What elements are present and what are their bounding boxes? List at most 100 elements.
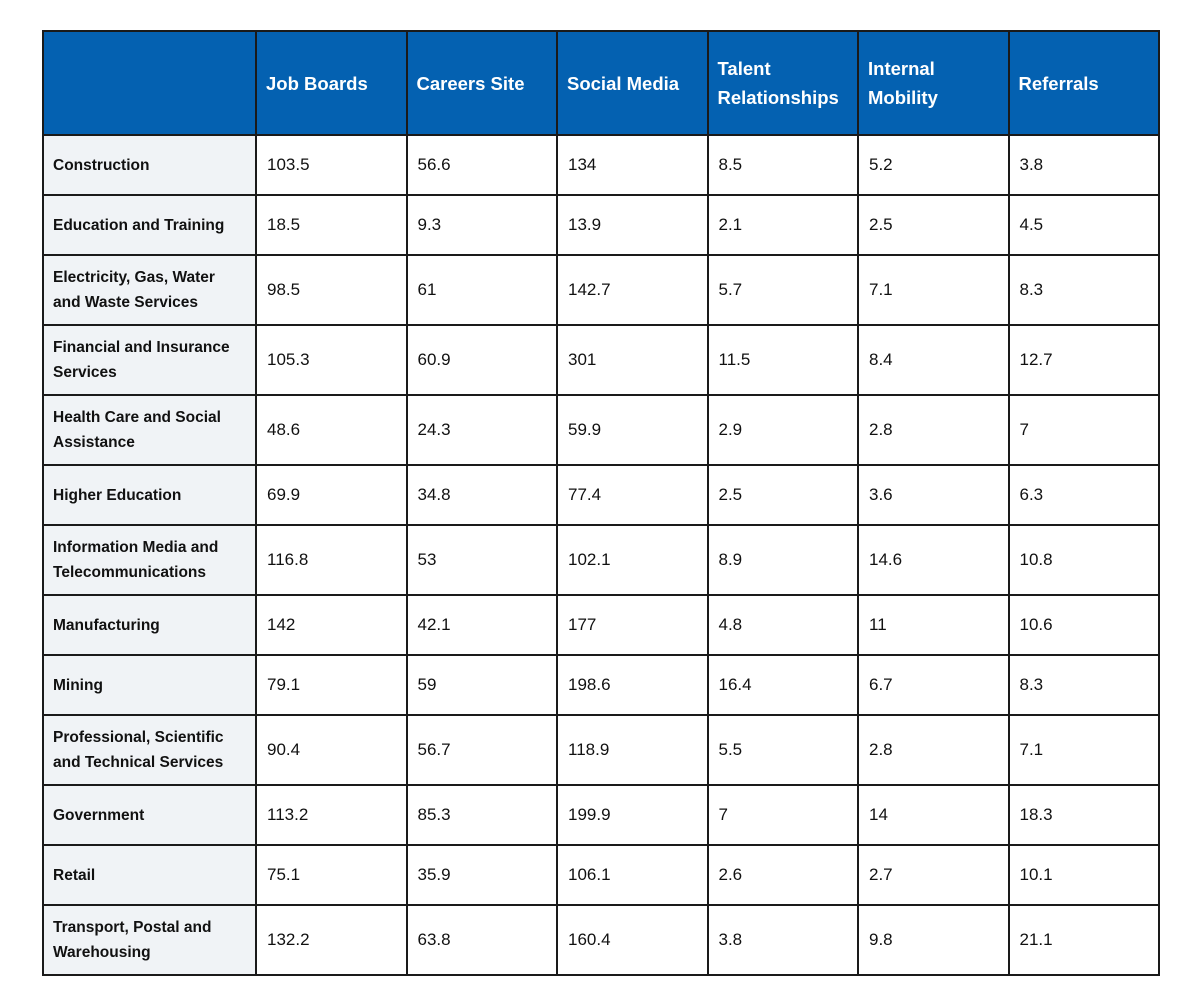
table-cell: 199.9 bbox=[556, 784, 709, 846]
data-table: Job Boards Careers Site Social Media Talent… bbox=[42, 30, 1160, 976]
table-cell: 18.5 bbox=[255, 194, 408, 256]
table-cell: 16.4 bbox=[706, 654, 859, 716]
table-cell: 116.8 bbox=[255, 524, 408, 596]
table-cell: 14.6 bbox=[857, 524, 1010, 596]
table-row: Construction 103.5 56.6 134 8.5 5.2 3.8 bbox=[42, 134, 1160, 196]
table-cell: 2.8 bbox=[857, 394, 1010, 466]
column-header: Careers Site bbox=[405, 30, 558, 136]
table-cell: 60.9 bbox=[405, 324, 558, 396]
table-cell: 105.3 bbox=[255, 324, 408, 396]
column-header: Internal Mobility bbox=[857, 30, 1010, 136]
table-cell: 21.1 bbox=[1007, 904, 1160, 976]
row-header: Health Care and Social Assistance bbox=[42, 394, 257, 466]
table-header: Job Boards Careers Site Social Media Talent… bbox=[42, 30, 1160, 136]
table-cell: 301 bbox=[556, 324, 709, 396]
table-row: Higher Education 69.9 34.8 77.4 2.5 3.6 6.3 bbox=[42, 464, 1160, 526]
table-row: Professional, Scientific and Technical S… bbox=[42, 714, 1160, 786]
table-cell: 9.3 bbox=[405, 194, 558, 256]
table-cell: 8.5 bbox=[706, 134, 859, 196]
table-cell: 103.5 bbox=[255, 134, 408, 196]
table-cell: 7.1 bbox=[857, 254, 1010, 326]
table-cell: 24.3 bbox=[405, 394, 558, 466]
table-cell: 198.6 bbox=[556, 654, 709, 716]
table-body: Construction 103.5 56.6 134 8.5 5.2 3.8 Educati… bbox=[42, 134, 1160, 976]
table-cell: 2.6 bbox=[706, 844, 859, 906]
row-header: Education and Training bbox=[42, 194, 257, 256]
table-cell: 2.9 bbox=[706, 394, 859, 466]
header-row: Job Boards Careers Site Social Media Talent… bbox=[42, 30, 1160, 136]
table-cell: 7.1 bbox=[1007, 714, 1160, 786]
table-cell: 53 bbox=[405, 524, 558, 596]
table-row: Information Media and Telecommunications… bbox=[42, 524, 1160, 596]
column-header: Job Boards bbox=[255, 30, 408, 136]
table-cell: 11 bbox=[857, 594, 1010, 656]
row-header: Manufacturing bbox=[42, 594, 257, 656]
table-cell: 85.3 bbox=[405, 784, 558, 846]
row-header: Electricity, Gas, Water and Waste Servic… bbox=[42, 254, 257, 326]
table-cell: 10.6 bbox=[1007, 594, 1160, 656]
table-cell: 2.1 bbox=[706, 194, 859, 256]
row-header: Information Media and Telecommunications bbox=[42, 524, 257, 596]
corner-header-cell bbox=[42, 30, 257, 136]
table-cell: 90.4 bbox=[255, 714, 408, 786]
table-cell: 177 bbox=[556, 594, 709, 656]
table-cell: 61 bbox=[405, 254, 558, 326]
table-cell: 7 bbox=[706, 784, 859, 846]
table-cell: 8.3 bbox=[1007, 654, 1160, 716]
table-cell: 59.9 bbox=[556, 394, 709, 466]
table-row: Transport, Postal and Warehousing 132.2 63… bbox=[42, 904, 1160, 976]
table-cell: 48.6 bbox=[255, 394, 408, 466]
table-row: Government 113.2 85.3 199.9 7 14 18.3 bbox=[42, 784, 1160, 846]
table-cell: 75.1 bbox=[255, 844, 408, 906]
table-cell: 18.3 bbox=[1007, 784, 1160, 846]
column-header: Referrals bbox=[1007, 30, 1160, 136]
table-cell: 9.8 bbox=[857, 904, 1010, 976]
table-row: Retail 75.1 35.9 106.1 2.6 2.7 10.1 bbox=[42, 844, 1160, 906]
table-row: Electricity, Gas, Water and Waste Servic… bbox=[42, 254, 1160, 326]
row-header: Mining bbox=[42, 654, 257, 716]
table-cell: 142 bbox=[255, 594, 408, 656]
table-row: Mining 79.1 59 198.6 16.4 6.7 8.3 bbox=[42, 654, 1160, 716]
table-cell: 118.9 bbox=[556, 714, 709, 786]
table-cell: 2.5 bbox=[857, 194, 1010, 256]
table-cell: 5.2 bbox=[857, 134, 1010, 196]
table-cell: 35.9 bbox=[405, 844, 558, 906]
row-header: Professional, Scientific and Technical S… bbox=[42, 714, 257, 786]
table-cell: 4.8 bbox=[706, 594, 859, 656]
table-cell: 3.8 bbox=[1007, 134, 1160, 196]
row-header: Financial and Insurance Services bbox=[42, 324, 257, 396]
table-cell: 5.7 bbox=[706, 254, 859, 326]
table-cell: 132.2 bbox=[255, 904, 408, 976]
table-cell: 10.1 bbox=[1007, 844, 1160, 906]
row-header: Retail bbox=[42, 844, 257, 906]
table-row: Education and Training 18.5 9.3 13.9 2.1 2.5 4… bbox=[42, 194, 1160, 256]
table-row: Health Care and Social Assistance 48.6 24.… bbox=[42, 394, 1160, 466]
table-cell: 2.5 bbox=[706, 464, 859, 526]
table-cell: 3.6 bbox=[857, 464, 1010, 526]
column-header: Social Media bbox=[556, 30, 709, 136]
column-header: Talent Relationships bbox=[706, 30, 859, 136]
table-cell: 56.7 bbox=[405, 714, 558, 786]
table-cell: 14 bbox=[857, 784, 1010, 846]
table-cell: 10.8 bbox=[1007, 524, 1160, 596]
table-cell: 77.4 bbox=[556, 464, 709, 526]
table-cell: 6.3 bbox=[1007, 464, 1160, 526]
table-cell: 7 bbox=[1007, 394, 1160, 466]
table-cell: 59 bbox=[405, 654, 558, 716]
table-cell: 2.7 bbox=[857, 844, 1010, 906]
table-cell: 6.7 bbox=[857, 654, 1010, 716]
table-cell: 13.9 bbox=[556, 194, 709, 256]
table-cell: 142.7 bbox=[556, 254, 709, 326]
table-cell: 134 bbox=[556, 134, 709, 196]
table-cell: 8.4 bbox=[857, 324, 1010, 396]
row-header: Higher Education bbox=[42, 464, 257, 526]
table-cell: 8.9 bbox=[706, 524, 859, 596]
table-cell: 4.5 bbox=[1007, 194, 1160, 256]
table-cell: 12.7 bbox=[1007, 324, 1160, 396]
table-cell: 98.5 bbox=[255, 254, 408, 326]
table-cell: 34.8 bbox=[405, 464, 558, 526]
row-header: Construction bbox=[42, 134, 257, 196]
table-cell: 5.5 bbox=[706, 714, 859, 786]
table-cell: 102.1 bbox=[556, 524, 709, 596]
table-cell: 79.1 bbox=[255, 654, 408, 716]
